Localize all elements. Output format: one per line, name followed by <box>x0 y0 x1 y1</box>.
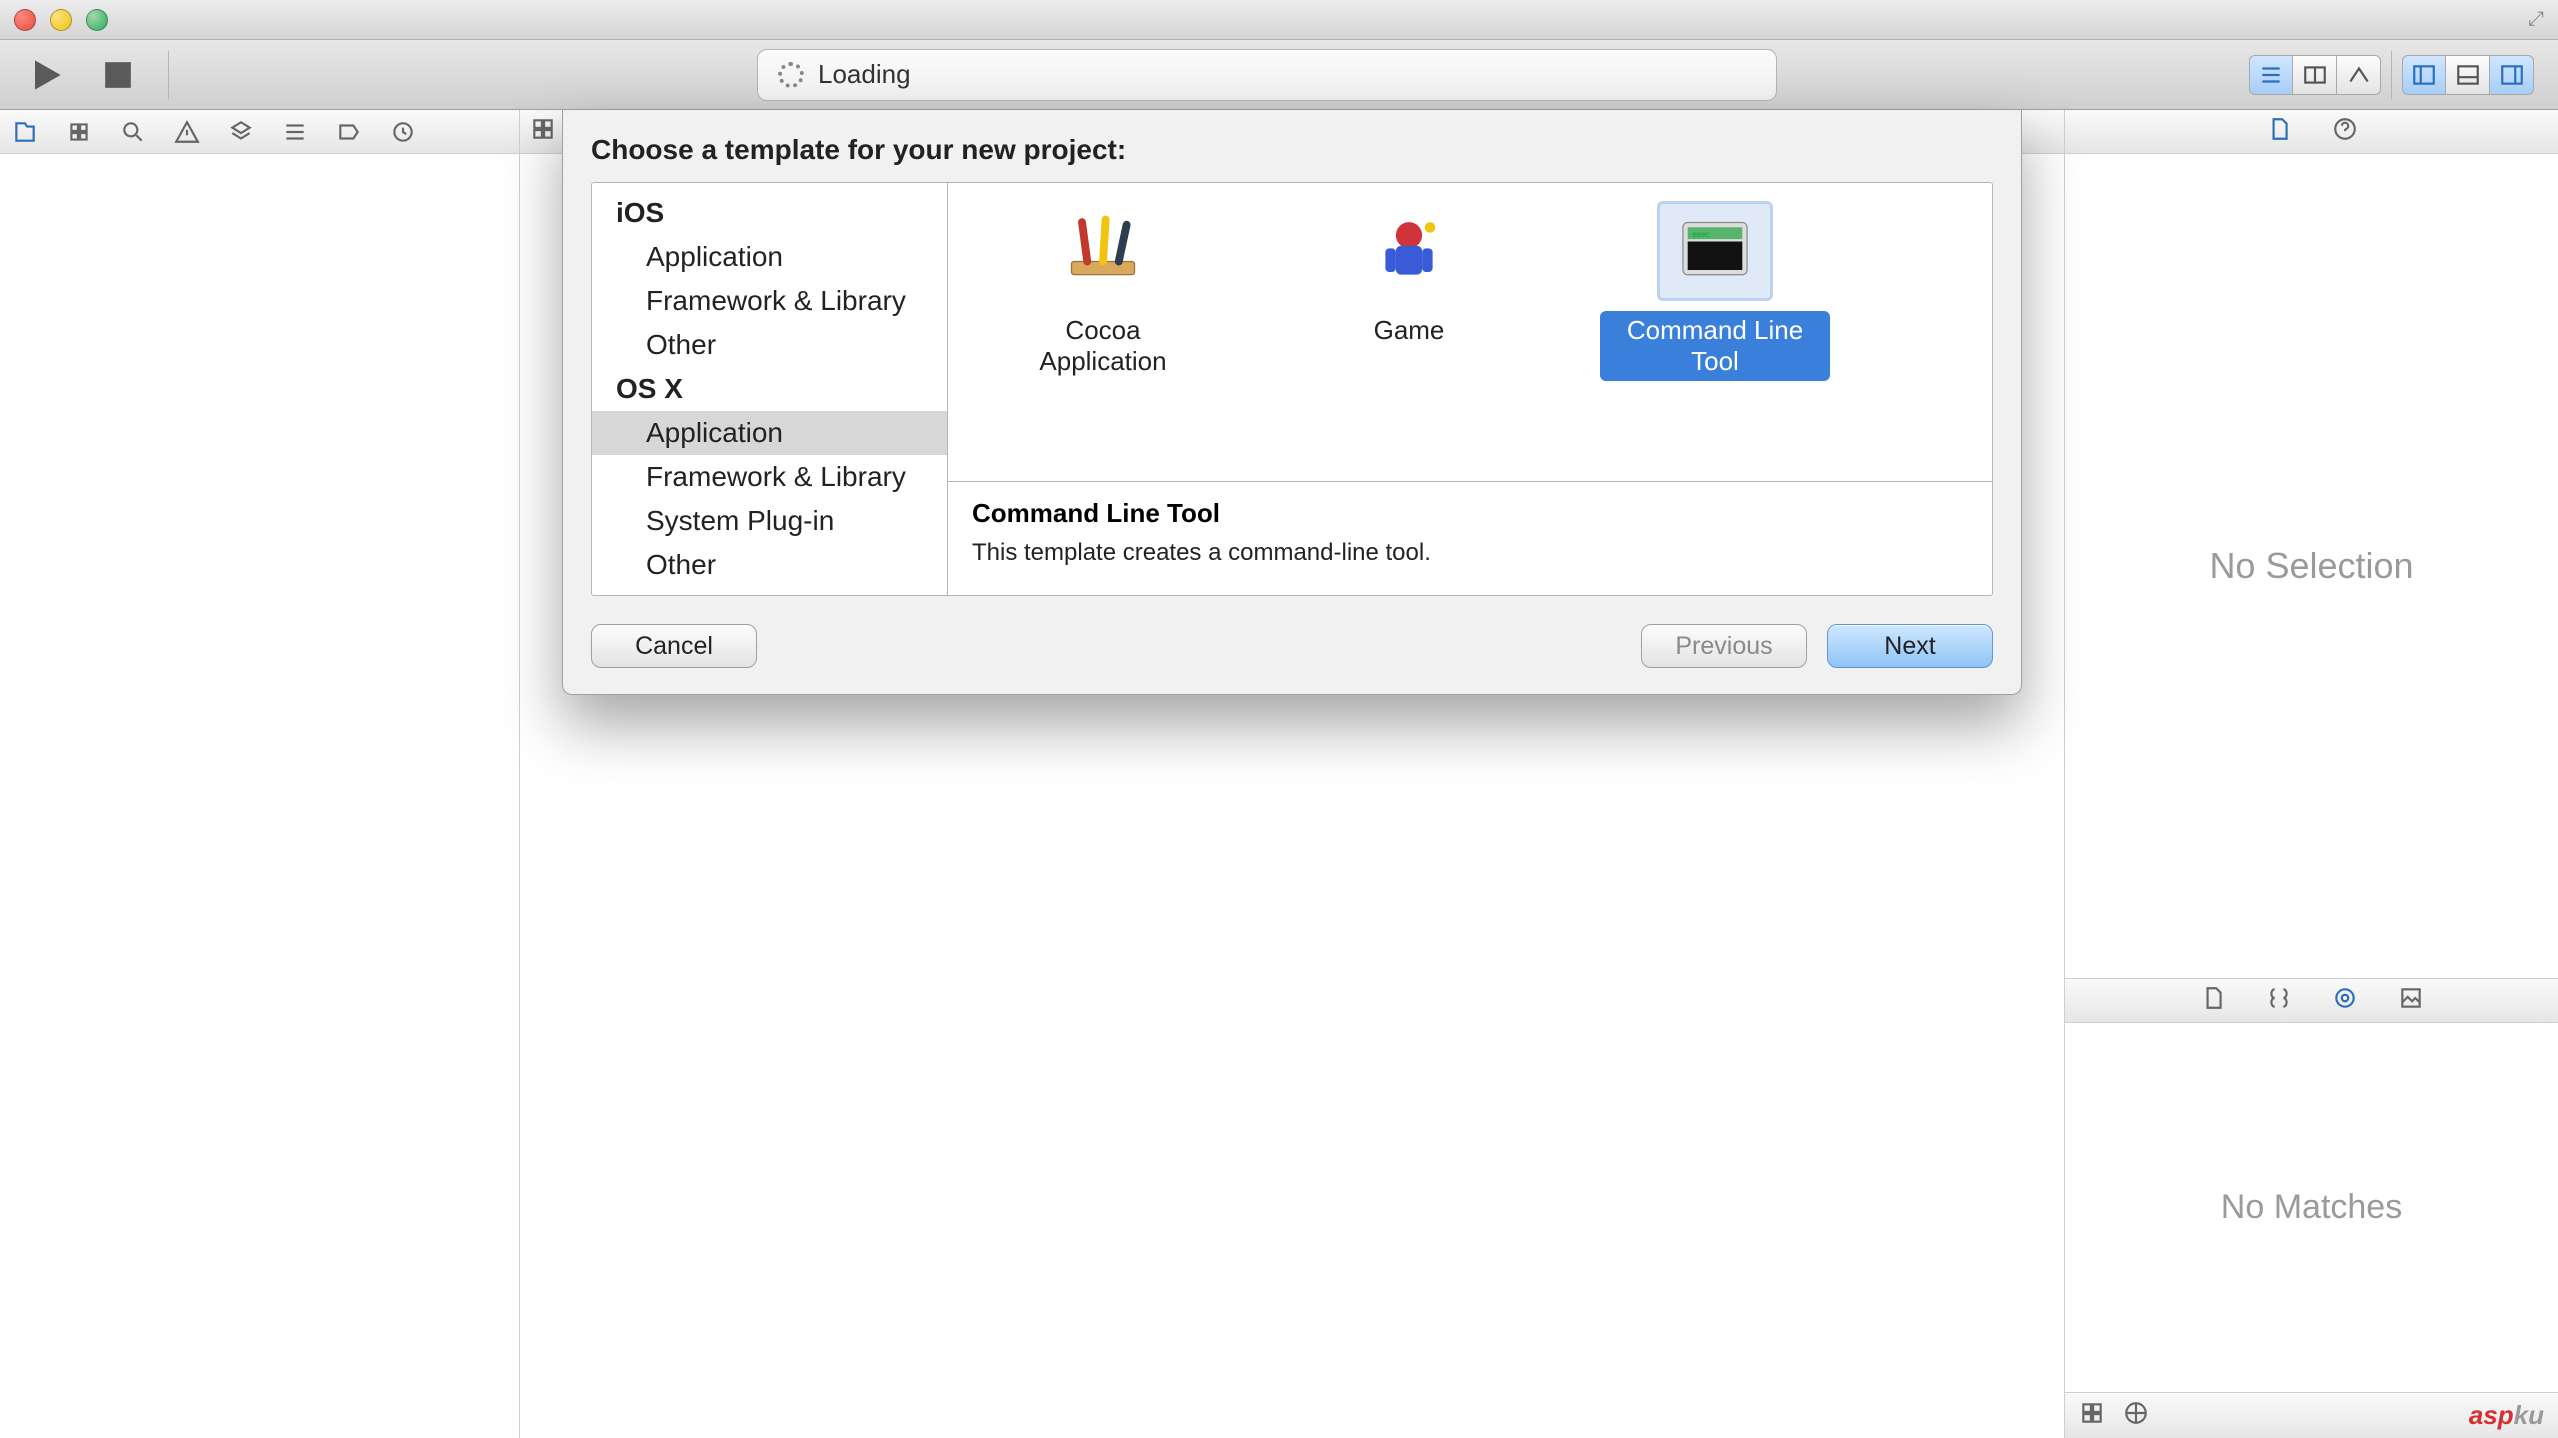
category-item[interactable]: System Plug-in <box>592 499 947 543</box>
grid-view-icon[interactable] <box>2079 1400 2105 1431</box>
template-grid: Cocoa Application <box>948 183 1992 481</box>
inspector-tabs <box>2065 110 2558 154</box>
test-navigator-icon[interactable] <box>226 117 256 147</box>
panel-toggle-segment <box>2402 55 2534 95</box>
toolbar-divider <box>2391 51 2392 99</box>
run-button[interactable] <box>24 53 68 97</box>
editor-area: Choose a template for your new project: … <box>520 110 2064 1438</box>
category-item[interactable]: Application <box>592 411 947 455</box>
editor-mode-segment <box>2249 55 2381 95</box>
cancel-button[interactable]: Cancel <box>591 624 757 668</box>
spinner-icon <box>778 62 804 88</box>
minimize-window-button[interactable] <box>50 9 72 31</box>
media-library-icon[interactable] <box>2398 985 2424 1016</box>
template-description: Command Line Tool This template creates … <box>948 481 1992 595</box>
inspector-body: No Selection <box>2065 154 2558 978</box>
status-text: Loading <box>818 59 911 90</box>
library-panel: No Matches aspku <box>2065 978 2558 1438</box>
category-item[interactable]: Framework & Library <box>592 279 947 323</box>
breakpoint-navigator-icon[interactable] <box>334 117 364 147</box>
sheet-title: Choose a template for your new project: <box>591 134 1993 166</box>
template-label: Command Line Tool <box>1600 311 1830 381</box>
related-items-icon[interactable] <box>530 116 556 147</box>
toggle-utilities-button[interactable] <box>2490 55 2534 95</box>
category-item[interactable]: Application <box>592 235 947 279</box>
game-icon <box>1367 209 1451 293</box>
navigator-tabs <box>0 110 519 154</box>
watermark: aspku <box>2469 1400 2544 1431</box>
category-item[interactable]: Framework & Library <box>592 455 947 499</box>
standard-editor-button[interactable] <box>2249 55 2293 95</box>
category-item[interactable]: Other <box>592 323 947 367</box>
quick-help-icon[interactable] <box>2332 116 2358 147</box>
previous-button[interactable]: Previous <box>1641 624 1807 668</box>
library-body: No Matches <box>2065 1023 2558 1392</box>
cli-icon: exec <box>1670 213 1760 289</box>
list-view-icon[interactable] <box>2123 1400 2149 1431</box>
library-tabs <box>2065 979 2558 1023</box>
debug-navigator-icon[interactable] <box>280 117 310 147</box>
template-command-line-tool[interactable]: exec Command Line Tool <box>1600 201 1830 381</box>
file-inspector-icon[interactable] <box>2266 116 2292 147</box>
watermark-ku: ku <box>2514 1400 2544 1430</box>
template-detail-title: Command Line Tool <box>972 498 1968 529</box>
project-navigator-icon[interactable] <box>10 117 40 147</box>
file-template-library-icon[interactable] <box>2200 985 2226 1016</box>
template-label: Game <box>1360 311 1459 350</box>
template-label: Cocoa Application <box>988 311 1218 381</box>
version-editor-button[interactable] <box>2337 55 2381 95</box>
category-item[interactable]: Other <box>592 543 947 587</box>
toggle-debug-area-button[interactable] <box>2446 55 2490 95</box>
cocoa-app-icon <box>1061 209 1145 293</box>
utilities-panel: No Selection No Matches aspku <box>2064 110 2558 1438</box>
template-cocoa-application[interactable]: Cocoa Application <box>988 201 1218 381</box>
activity-status-field: Loading <box>757 49 1777 101</box>
symbol-navigator-icon[interactable] <box>64 117 94 147</box>
stop-button[interactable] <box>96 53 140 97</box>
next-button[interactable]: Next <box>1827 624 1993 668</box>
navigator-panel <box>0 110 520 1438</box>
new-project-sheet: Choose a template for your new project: … <box>562 110 2022 695</box>
object-library-icon[interactable] <box>2332 985 2358 1016</box>
report-navigator-icon[interactable] <box>388 117 418 147</box>
watermark-asp: asp <box>2469 1400 2514 1430</box>
traffic-lights <box>14 9 108 31</box>
window-titlebar: ⤢ <box>0 0 2558 40</box>
close-window-button[interactable] <box>14 9 36 31</box>
template-game[interactable]: Game <box>1294 201 1524 350</box>
template-category-list: iOS Application Framework & Library Othe… <box>592 183 948 595</box>
code-snippet-library-icon[interactable] <box>2266 985 2292 1016</box>
assistant-editor-button[interactable] <box>2293 55 2337 95</box>
no-selection-label: No Selection <box>2209 545 2413 587</box>
category-header-osx: OS X <box>592 367 947 411</box>
find-navigator-icon[interactable] <box>118 117 148 147</box>
category-header-ios: iOS <box>592 191 947 235</box>
template-detail-text: This template creates a command-line too… <box>972 539 1968 567</box>
svg-text:exec: exec <box>1692 229 1710 239</box>
issue-navigator-icon[interactable] <box>172 117 202 147</box>
library-footer: aspku <box>2065 1392 2558 1438</box>
main-toolbar: Loading <box>0 40 2558 110</box>
toggle-navigator-button[interactable] <box>2402 55 2446 95</box>
toolbar-divider <box>168 51 169 99</box>
no-matches-label: No Matches <box>2221 1188 2402 1227</box>
fullscreen-icon[interactable]: ⤢ <box>2528 8 2544 31</box>
zoom-window-button[interactable] <box>86 9 108 31</box>
